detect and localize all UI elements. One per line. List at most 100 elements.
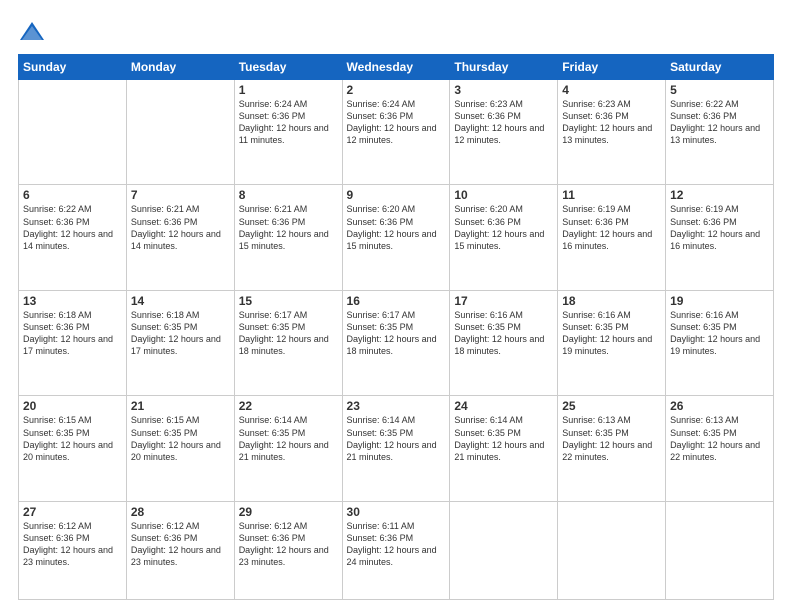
calendar-cell: 24 Sunrise: 6:14 AM Sunset: 6:35 PM Dayli… — [450, 396, 558, 501]
day-number: 9 — [347, 188, 446, 202]
column-header-thursday: Thursday — [450, 55, 558, 80]
day-info: Sunrise: 6:14 AM Sunset: 6:35 PM Dayligh… — [347, 415, 437, 461]
calendar-cell — [666, 501, 774, 599]
calendar-cell: 15 Sunrise: 6:17 AM Sunset: 6:35 PM Dayli… — [234, 290, 342, 395]
day-info: Sunrise: 6:20 AM Sunset: 6:36 PM Dayligh… — [347, 204, 437, 250]
day-number: 5 — [670, 83, 769, 97]
calendar-cell: 26 Sunrise: 6:13 AM Sunset: 6:35 PM Dayli… — [666, 396, 774, 501]
calendar-cell: 5Sunrise: 6:22 AM Sunset: 6:36 PM Daylig… — [666, 80, 774, 185]
day-info: Sunrise: 6:13 AM Sunset: 6:35 PM Dayligh… — [670, 415, 760, 461]
calendar-cell: 27 Sunrise: 6:12 AM Sunset: 6:36 PM Dayli… — [19, 501, 127, 599]
calendar-week-4: 20 Sunrise: 6:15 AM Sunset: 6:35 PM Dayli… — [19, 396, 774, 501]
calendar-cell — [558, 501, 666, 599]
day-number: 11 — [562, 188, 661, 202]
day-info: Sunrise: 6:19 AM Sunset: 6:36 PM Dayligh… — [670, 204, 760, 250]
calendar-week-2: 6 Sunrise: 6:22 AM Sunset: 6:36 PM Daylig… — [19, 185, 774, 290]
calendar-cell: 6 Sunrise: 6:22 AM Sunset: 6:36 PM Daylig… — [19, 185, 127, 290]
day-info: Sunrise: 6:12 AM Sunset: 6:36 PM Dayligh… — [239, 521, 329, 567]
day-info: Sunrise: 6:14 AM Sunset: 6:35 PM Dayligh… — [454, 415, 544, 461]
day-number: 30 — [347, 505, 446, 519]
day-number: 12 — [670, 188, 769, 202]
day-info: Sunrise: 6:12 AM Sunset: 6:36 PM Dayligh… — [23, 521, 113, 567]
column-header-wednesday: Wednesday — [342, 55, 450, 80]
day-info: Sunrise: 6:22 AM Sunset: 6:36 PM Dayligh… — [23, 204, 113, 250]
day-info: Sunrise: 6:17 AM Sunset: 6:35 PM Dayligh… — [239, 310, 329, 356]
calendar-cell: 18 Sunrise: 6:16 AM Sunset: 6:35 PM Dayli… — [558, 290, 666, 395]
day-info: Sunrise: 6:15 AM Sunset: 6:35 PM Dayligh… — [131, 415, 221, 461]
day-number: 22 — [239, 399, 338, 413]
calendar-cell: 23 Sunrise: 6:14 AM Sunset: 6:35 PM Dayli… — [342, 396, 450, 501]
calendar-week-3: 13 Sunrise: 6:18 AM Sunset: 6:36 PM Dayli… — [19, 290, 774, 395]
column-header-friday: Friday — [558, 55, 666, 80]
day-info: Sunrise: 6:21 AM Sunset: 6:36 PM Dayligh… — [239, 204, 329, 250]
day-number: 27 — [23, 505, 122, 519]
day-info: Sunrise: 6:14 AM Sunset: 6:35 PM Dayligh… — [239, 415, 329, 461]
day-info: Sunrise: 6:16 AM Sunset: 6:35 PM Dayligh… — [454, 310, 544, 356]
day-number: 3 — [454, 83, 553, 97]
day-number: 17 — [454, 294, 553, 308]
calendar-cell: 13 Sunrise: 6:18 AM Sunset: 6:36 PM Dayli… — [19, 290, 127, 395]
day-info: Sunrise: 6:21 AM Sunset: 6:36 PM Dayligh… — [131, 204, 221, 250]
day-info: Sunrise: 6:23 AM Sunset: 6:36 PM Dayligh… — [454, 99, 544, 145]
calendar-cell: 10Sunrise: 6:20 AM Sunset: 6:36 PM Dayli… — [450, 185, 558, 290]
calendar-cell: 1Sunrise: 6:24 AM Sunset: 6:36 PM Daylig… — [234, 80, 342, 185]
day-number: 26 — [670, 399, 769, 413]
page: SundayMondayTuesdayWednesdayThursdayFrid… — [0, 0, 792, 612]
calendar-cell: 20 Sunrise: 6:15 AM Sunset: 6:35 PM Dayli… — [19, 396, 127, 501]
day-number: 28 — [131, 505, 230, 519]
day-number: 16 — [347, 294, 446, 308]
calendar-cell: 3 Sunrise: 6:23 AM Sunset: 6:36 PM Daylig… — [450, 80, 558, 185]
column-header-tuesday: Tuesday — [234, 55, 342, 80]
calendar-cell: 14Sunrise: 6:18 AM Sunset: 6:35 PM Dayli… — [126, 290, 234, 395]
calendar-cell: 8Sunrise: 6:21 AM Sunset: 6:36 PM Daylig… — [234, 185, 342, 290]
column-header-sunday: Sunday — [19, 55, 127, 80]
day-number: 6 — [23, 188, 122, 202]
calendar-cell: 17 Sunrise: 6:16 AM Sunset: 6:35 PM Dayli… — [450, 290, 558, 395]
day-info: Sunrise: 6:12 AM Sunset: 6:36 PM Dayligh… — [131, 521, 221, 567]
calendar-cell: 30 Sunrise: 6:11 AM Sunset: 6:36 PM Dayli… — [342, 501, 450, 599]
day-number: 29 — [239, 505, 338, 519]
day-number: 2 — [347, 83, 446, 97]
day-info: Sunrise: 6:15 AM Sunset: 6:35 PM Dayligh… — [23, 415, 113, 461]
calendar-cell — [126, 80, 234, 185]
calendar-cell: 29 Sunrise: 6:12 AM Sunset: 6:36 PM Dayli… — [234, 501, 342, 599]
day-number: 4 — [562, 83, 661, 97]
day-number: 21 — [131, 399, 230, 413]
calendar-cell: 21 Sunrise: 6:15 AM Sunset: 6:35 PM Dayli… — [126, 396, 234, 501]
column-header-monday: Monday — [126, 55, 234, 80]
day-number: 14 — [131, 294, 230, 308]
calendar-cell: 12 Sunrise: 6:19 AM Sunset: 6:36 PM Dayli… — [666, 185, 774, 290]
day-info: Sunrise: 6:13 AM Sunset: 6:35 PM Dayligh… — [562, 415, 652, 461]
day-number: 24 — [454, 399, 553, 413]
day-number: 20 — [23, 399, 122, 413]
calendar-cell — [450, 501, 558, 599]
day-number: 10 — [454, 188, 553, 202]
calendar-week-1: 1 Sunrise: 6:24 AM Sunset: 6:36 PM Daylig… — [19, 80, 774, 185]
calendar-cell: 7Sunrise: 6:21 AM Sunset: 6:36 PM Daylig… — [126, 185, 234, 290]
day-number: 18 — [562, 294, 661, 308]
calendar-table: SundayMondayTuesdayWednesdayThursdayFrid… — [18, 54, 774, 600]
calendar-header-row: SundayMondayTuesdayWednesdayThursdayFrid… — [19, 55, 774, 80]
day-number: 23 — [347, 399, 446, 413]
day-info: Sunrise: 6:23 AM Sunset: 6:36 PM Dayligh… — [562, 99, 652, 145]
day-number: 25 — [562, 399, 661, 413]
day-number: 15 — [239, 294, 338, 308]
day-number: 13 — [23, 294, 122, 308]
day-info: Sunrise: 6:24 AM Sunset: 6:36 PM Dayligh… — [347, 99, 437, 145]
calendar-cell: 11 Sunrise: 6:19 AM Sunset: 6:36 PM Dayli… — [558, 185, 666, 290]
day-info: Sunrise: 6:19 AM Sunset: 6:36 PM Dayligh… — [562, 204, 652, 250]
day-info: Sunrise: 6:16 AM Sunset: 6:35 PM Dayligh… — [670, 310, 760, 356]
logo — [18, 18, 50, 46]
day-info: Sunrise: 6:18 AM Sunset: 6:36 PM Dayligh… — [23, 310, 113, 356]
day-info: Sunrise: 6:16 AM Sunset: 6:35 PM Dayligh… — [562, 310, 652, 356]
calendar-week-5: 27 Sunrise: 6:12 AM Sunset: 6:36 PM Dayli… — [19, 501, 774, 599]
day-info: Sunrise: 6:17 AM Sunset: 6:35 PM Dayligh… — [347, 310, 437, 356]
day-number: 1 — [239, 83, 338, 97]
calendar-cell: 22 Sunrise: 6:14 AM Sunset: 6:35 PM Dayli… — [234, 396, 342, 501]
calendar-cell: 19 Sunrise: 6:16 AM Sunset: 6:35 PM Dayli… — [666, 290, 774, 395]
calendar-cell: 28 Sunrise: 6:12 AM Sunset: 6:36 PM Dayli… — [126, 501, 234, 599]
day-number: 19 — [670, 294, 769, 308]
day-info: Sunrise: 6:11 AM Sunset: 6:36 PM Dayligh… — [347, 521, 437, 567]
calendar-cell: 9 Sunrise: 6:20 AM Sunset: 6:36 PM Daylig… — [342, 185, 450, 290]
header — [18, 18, 774, 46]
